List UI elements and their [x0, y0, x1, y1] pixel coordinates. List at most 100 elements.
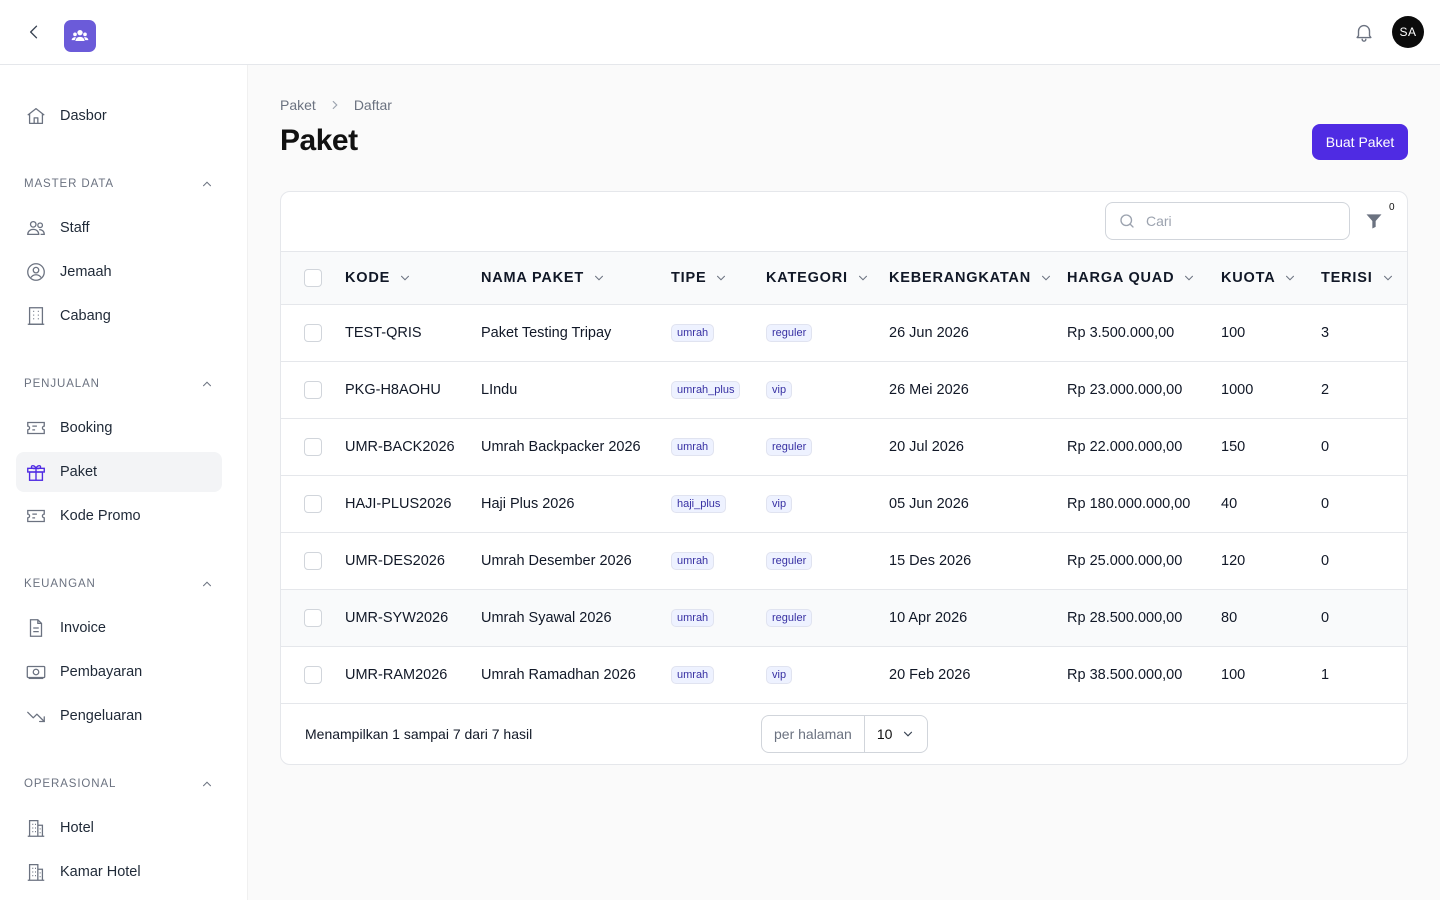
per-page-value: 10 [876, 726, 893, 742]
cell-terisi: 0 [1321, 439, 1330, 455]
group-keuangan[interactable]: KEUANGAN [24, 574, 214, 594]
sidebar-item-cabang[interactable]: Cabang [16, 296, 222, 336]
table-row[interactable]: UMR-RAM2026 Umrah Ramadhan 2026 umrah vi… [281, 647, 1407, 704]
page-title: Paket [280, 124, 358, 157]
cell-kuota: 100 [1221, 325, 1246, 341]
hotel-icon [24, 816, 48, 840]
tipe-badge: umrah [671, 666, 715, 684]
cell-nama: Umrah Syawal 2026 [481, 610, 612, 626]
breadcrumb: Paket Daftar [280, 97, 392, 113]
cell-keberangkatan: 26 Jun 2026 [889, 325, 969, 341]
cell-terisi: 1 [1321, 667, 1330, 683]
filter-icon [1366, 214, 1382, 229]
bell-icon [1356, 24, 1372, 42]
column-header-kode[interactable]: KODE [345, 252, 412, 304]
app-logo[interactable] [64, 20, 96, 52]
back-button[interactable] [22, 20, 46, 44]
cell-nama: LIndu [481, 382, 518, 398]
row-checkbox[interactable] [304, 666, 322, 684]
group-penjualan[interactable]: PENJUALAN [24, 374, 214, 394]
breadcrumb-item-paket[interactable]: Paket [280, 97, 316, 113]
sidebar-item-paket[interactable]: Paket [16, 452, 222, 492]
table-row[interactable]: TEST-QRIS Paket Testing Tripay umrah reg… [281, 305, 1407, 362]
cell-keberangkatan: 20 Jul 2026 [889, 439, 964, 455]
table-row[interactable]: UMR-BACK2026 Umrah Backpacker 2026 umrah… [281, 419, 1407, 476]
sidebar-item-staff[interactable]: Staff [16, 208, 222, 248]
cell-kuota: 40 [1221, 496, 1238, 512]
column-header-kuota[interactable]: KUOTA [1221, 252, 1297, 304]
column-header-terisi[interactable]: TERISI [1321, 252, 1395, 304]
column-header-nama-paket[interactable]: NAMA PAKET [481, 252, 606, 304]
select-all-checkbox[interactable] [304, 269, 322, 287]
sidebar-item-invoice[interactable]: Invoice [16, 608, 222, 648]
table-row[interactable]: HAJI-PLUS2026 Haji Plus 2026 haji_plus v… [281, 476, 1407, 533]
trending-down-icon [24, 704, 48, 728]
notification-button[interactable] [1352, 20, 1376, 44]
row-checkbox[interactable] [304, 495, 322, 513]
sidebar-item-label: Hotel [60, 820, 94, 836]
sidebar-item-pengeluaran[interactable]: Pengeluaran [16, 696, 222, 736]
cell-kode: TEST-QRIS [345, 325, 422, 341]
search-field[interactable] [1105, 202, 1350, 240]
cell-harga: Rp 22.000.000,00 [1067, 439, 1183, 455]
create-package-button[interactable]: Buat Paket [1312, 124, 1408, 160]
hotel-icon [24, 860, 48, 884]
sidebar-item-label: Kode Promo [60, 508, 141, 524]
sidebar-item-pembayaran[interactable]: Pembayaran [16, 652, 222, 692]
chevron-up-icon [202, 781, 212, 787]
sidebar-item-hotel[interactable]: Hotel [16, 808, 222, 848]
cell-nama: Haji Plus 2026 [481, 496, 575, 512]
kategori-badge: reguler [766, 609, 813, 627]
sidebar-item-booking[interactable]: Booking [16, 408, 222, 448]
kategori-badge: reguler [766, 552, 813, 570]
chevron-down-icon [398, 271, 412, 285]
cell-keberangkatan: 20 Feb 2026 [889, 667, 971, 683]
table-row[interactable]: PKG-H8AOHU LIndu umrah_plus vip 26 Mei 2… [281, 362, 1407, 419]
column-label: TERISI [1321, 270, 1373, 286]
tipe-badge: umrah [671, 609, 715, 627]
column-label: HARGA QUAD [1067, 270, 1175, 286]
chevron-up-icon [202, 581, 212, 587]
group-title: PENJUALAN [24, 378, 100, 390]
column-header-keberangkatan[interactable]: KEBERANGKATAN [889, 252, 1053, 304]
group-title: MASTER DATA [24, 178, 114, 190]
sidebar-item-kode-promo[interactable]: Kode Promo [16, 496, 222, 536]
chevron-down-icon [856, 271, 870, 285]
table-row[interactable]: UMR-DES2026 Umrah Desember 2026 umrah re… [281, 533, 1407, 590]
column-header-tipe[interactable]: TIPE [671, 252, 728, 304]
per-page-select[interactable]: 10 [865, 716, 927, 752]
chevron-up-icon [202, 381, 212, 387]
row-checkbox[interactable] [304, 324, 322, 342]
tipe-badge: umrah [671, 438, 715, 456]
sidebar-item-label: Jemaah [60, 264, 112, 280]
group-operasional[interactable]: OPERASIONAL [24, 774, 214, 794]
sidebar-item-dasbor[interactable]: Dasbor [16, 96, 222, 136]
row-checkbox[interactable] [304, 381, 322, 399]
cell-kuota: 100 [1221, 667, 1246, 683]
sidebar-item-label: Staff [60, 220, 90, 236]
home-icon [24, 104, 48, 128]
cell-harga: Rp 28.500.000,00 [1067, 610, 1183, 626]
row-checkbox[interactable] [304, 438, 322, 456]
column-label: TIPE [671, 270, 707, 286]
package-table-card: 0 KODE NAMA PAKET TIPE KATEGORI KEBERANG… [280, 191, 1408, 765]
sidebar-item-label: Pengeluaran [60, 708, 143, 724]
chevron-down-icon [592, 271, 606, 285]
sidebar-item-jemaah[interactable]: Jemaah [16, 252, 222, 292]
search-input[interactable] [1146, 213, 1336, 229]
column-header-kategori[interactable]: KATEGORI [766, 252, 870, 304]
avatar[interactable]: SA [1392, 16, 1424, 48]
group-master-data[interactable]: MASTER DATA [24, 174, 214, 194]
row-checkbox[interactable] [304, 552, 322, 570]
column-header-harga-quad[interactable]: HARGA QUAD [1067, 252, 1196, 304]
filter-button[interactable] [1363, 210, 1385, 232]
row-checkbox[interactable] [304, 609, 322, 627]
cell-terisi: 3 [1321, 325, 1330, 341]
chevron-left-icon [30, 25, 38, 39]
table-row[interactable]: UMR-SYW2026 Umrah Syawal 2026 umrah regu… [281, 590, 1407, 647]
sidebar-item-kamar-hotel[interactable]: Kamar Hotel [16, 852, 222, 892]
sidebar-item-label: Kamar Hotel [60, 864, 141, 880]
cell-keberangkatan: 15 Des 2026 [889, 553, 972, 569]
sidebar-item-label: Cabang [60, 308, 111, 324]
tipe-badge: umrah [671, 324, 715, 342]
